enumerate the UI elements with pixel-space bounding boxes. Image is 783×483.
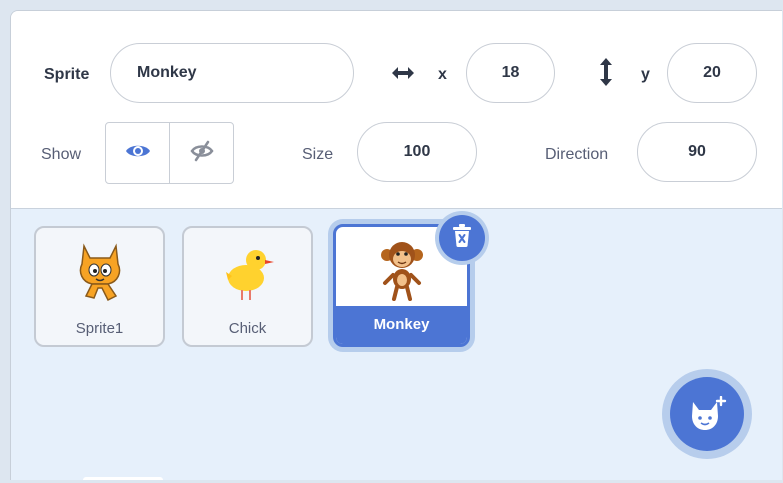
y-label: y (641, 66, 650, 83)
show-toggle-group (105, 122, 234, 184)
sprite-pane: Sprite Monkey x 18 y 20 Show Size 100 Di… (10, 10, 782, 480)
show-hidden-button[interactable] (169, 123, 233, 183)
sprite-label: Sprite (44, 66, 90, 83)
cat-sprite-icon (36, 238, 163, 304)
size-input[interactable]: 100 (357, 122, 477, 182)
delete-sprite-button[interactable] (439, 215, 485, 261)
add-sprite-cat-icon (670, 377, 744, 451)
sprite-tile-name: Monkey (336, 306, 467, 344)
bottom-tab-indicator (83, 477, 163, 480)
chick-sprite-icon (184, 238, 311, 304)
y-input[interactable]: 20 (667, 43, 757, 103)
direction-input[interactable]: 90 (637, 122, 757, 182)
eye-icon (125, 142, 151, 165)
size-label: Size (302, 146, 334, 163)
x-label: x (438, 66, 447, 83)
show-label: Show (41, 146, 82, 163)
horizontal-arrows-icon (390, 63, 416, 88)
sprite-tile-sprite1[interactable]: Sprite1 (34, 226, 165, 347)
sprite-tile-name: Chick (228, 320, 267, 337)
direction-label: Direction (545, 146, 609, 163)
choose-sprite-button[interactable] (662, 369, 752, 459)
sprite-info-panel: Sprite Monkey x 18 y 20 Show Size 100 Di… (11, 11, 782, 209)
x-input[interactable]: 18 (466, 43, 555, 103)
eye-slash-icon (189, 140, 215, 167)
trash-icon (451, 223, 473, 253)
sprite-tile-name: Sprite1 (75, 320, 124, 337)
show-visible-button[interactable] (106, 123, 169, 183)
sprite-tile-chick[interactable]: Chick (182, 226, 313, 347)
vertical-arrows-icon (598, 57, 614, 92)
sprite-name-input[interactable]: Monkey (110, 43, 354, 103)
